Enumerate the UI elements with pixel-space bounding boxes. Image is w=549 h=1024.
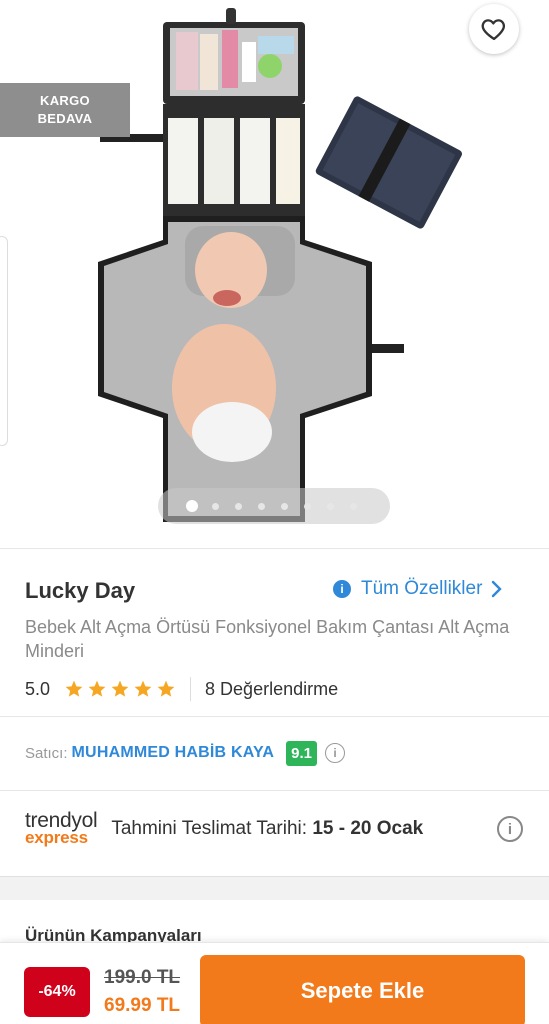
campaigns-title: Ürünün Kampanyaları	[25, 926, 202, 942]
info-icon: i	[333, 580, 351, 598]
logo-line1: trendyol	[25, 809, 98, 832]
delivery-range: 15 - 20 Ocak	[312, 818, 424, 839]
sale-price: 69.99 TL	[104, 995, 181, 1016]
side-handle[interactable]	[0, 236, 8, 446]
section-separator	[0, 876, 549, 900]
arrow-left-icon	[37, 20, 59, 40]
star-icon	[111, 680, 129, 697]
all-features-link[interactable]: i Tüm Özellikler	[333, 578, 503, 600]
divider	[0, 716, 549, 717]
gallery-dot[interactable]	[350, 502, 357, 510]
cargo-badge-line1: KARGO	[40, 93, 90, 108]
back-button[interactable]	[28, 10, 68, 50]
bottom-purchase-bar: -64% 199.0 TL 69.99 TL Sepete Ekle	[0, 942, 549, 1024]
rating-row[interactable]: 5.0 8 Değerlendirme	[25, 676, 338, 702]
gallery-dot[interactable]	[212, 502, 219, 510]
product-title: Bebek Alt Açma Örtüsü Fonksiyonel Bakım …	[25, 617, 510, 661]
delivery-text: Tahmini Teslimat Tarihi: 15 - 20 Ocak	[111, 818, 423, 840]
seller-row: Satıcı: MUHAMMED HABİB KAYA 9.1 i	[25, 738, 346, 768]
share-button[interactable]	[396, 10, 436, 50]
chevron-right-icon	[492, 580, 503, 598]
add-to-cart-button[interactable]: Sepete Ekle	[200, 955, 525, 1024]
divider	[0, 548, 549, 549]
divider	[0, 790, 549, 791]
review-count-link[interactable]: 8 Değerlendirme	[205, 679, 338, 700]
seller-name-link[interactable]: MUHAMMED HABİB KAYA	[72, 744, 275, 762]
logo-line2: express	[25, 828, 88, 847]
old-price: 199.0 TL	[104, 967, 181, 988]
star-icon	[134, 680, 152, 697]
all-features-label: Tüm Özellikler	[361, 578, 483, 599]
gallery-dot[interactable]	[304, 502, 311, 510]
product-image-gallery[interactable]: KARGO BEDAVA	[0, 0, 549, 548]
info-icon[interactable]: i	[497, 816, 523, 842]
gallery-pagination[interactable]	[158, 488, 390, 524]
star-icon	[157, 680, 175, 697]
gallery-dot[interactable]	[186, 500, 198, 512]
divider	[190, 677, 192, 701]
free-shipping-badge: KARGO BEDAVA	[0, 83, 130, 137]
discount-badge: -64%	[24, 967, 90, 1017]
info-icon[interactable]: i	[325, 743, 346, 763]
star-icon	[88, 680, 106, 697]
star-rating	[64, 679, 176, 699]
gallery-dot[interactable]	[281, 502, 288, 510]
delivery-estimate: trendyol express Tahmini Teslimat Tarihi…	[25, 809, 525, 847]
delivery-label: Tahmini Teslimat Tarihi:	[111, 818, 308, 839]
gallery-dot[interactable]	[327, 502, 334, 510]
favorite-button[interactable]	[469, 4, 519, 54]
rating-value: 5.0	[25, 678, 51, 699]
gallery-dot[interactable]	[235, 502, 242, 510]
seller-label: Satıcı:	[25, 744, 68, 762]
share-icon	[404, 17, 428, 43]
star-icon	[65, 680, 83, 697]
cargo-badge-line2: BEDAVA	[37, 111, 93, 126]
heart-icon	[481, 19, 506, 41]
seller-score-badge: 9.1	[286, 740, 318, 766]
product-brand[interactable]: Lucky Day	[25, 578, 135, 604]
gallery-dot[interactable]	[258, 502, 265, 510]
trendyol-express-logo: trendyol express	[25, 809, 98, 847]
